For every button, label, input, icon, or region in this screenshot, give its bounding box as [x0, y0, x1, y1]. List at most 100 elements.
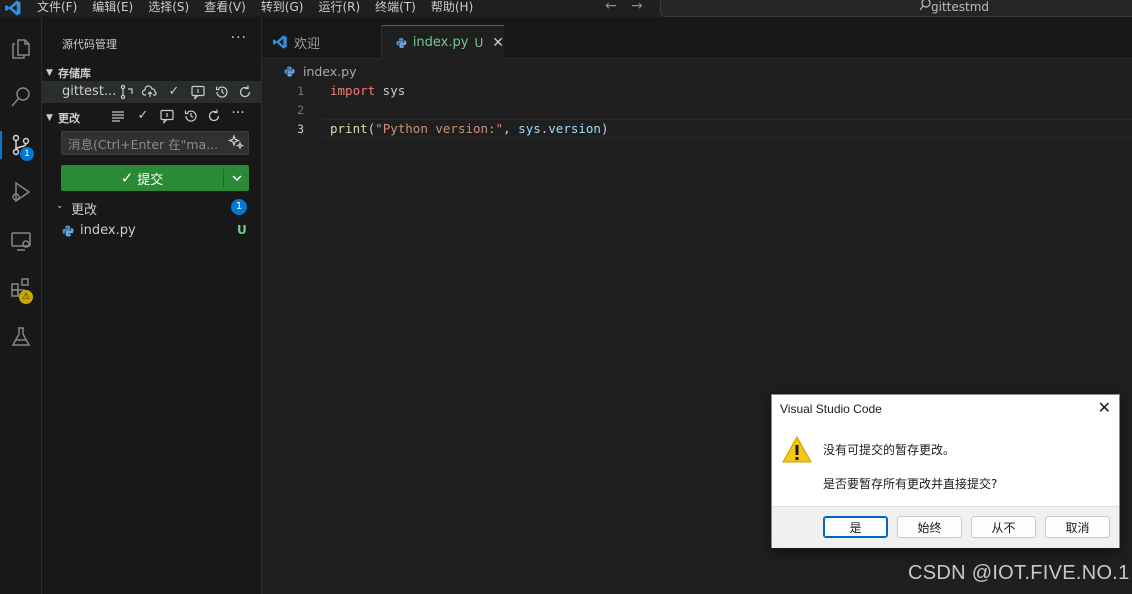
search-text: gittestmd [931, 0, 990, 14]
menu-run[interactable]: 运行(R) [318, 0, 360, 15]
python-file-icon [62, 225, 74, 237]
line-number: 1 [297, 84, 304, 98]
refresh-icon[interactable] [237, 84, 253, 100]
cancel-button[interactable]: 取消 [1045, 516, 1110, 538]
line-number: 2 [297, 103, 304, 117]
menu-help[interactable]: 帮助(H) [431, 0, 473, 15]
back-arrow-icon[interactable]: ← [605, 0, 617, 14]
activity-bar: 1 ⚠ [0, 17, 42, 594]
commit-label: 提交 [137, 172, 164, 188]
checkmark-icon: ✓ [120, 169, 134, 187]
code-punct: ) [600, 121, 609, 136]
comment-icon[interactable] [159, 108, 175, 124]
extensions-icon[interactable]: ⚠ [0, 268, 42, 308]
changes-section-header[interactable]: ▼ 更改 [46, 110, 80, 126]
tab-welcome[interactable]: 欢迎 [262, 25, 382, 59]
menu-view[interactable]: 查看(V) [204, 0, 246, 15]
changes-count-badge: 1 [231, 199, 247, 215]
commit-button-group: ✓ 提交 [61, 165, 249, 191]
scm-count-badge: 1 [20, 147, 34, 161]
menu-edit[interactable]: 编辑(E) [92, 0, 133, 15]
close-icon[interactable]: ✕ [1098, 398, 1111, 417]
run-debug-icon[interactable] [0, 172, 42, 212]
commit-button[interactable]: ✓ 提交 [61, 165, 223, 191]
menu-go[interactable]: 转到(G) [261, 0, 304, 15]
menu-file[interactable]: 文件(F) [37, 0, 77, 15]
branch-icon[interactable] [119, 84, 135, 100]
checkmark-icon[interactable]: ✓ [135, 108, 151, 124]
python-file-icon [284, 66, 295, 77]
code-keyword: import [330, 83, 376, 98]
chevron-down-icon: ⌄ [56, 201, 64, 211]
code-function: print [330, 121, 368, 136]
code-string: "Python version:" [375, 121, 504, 136]
title-bar: 文件(F) 编辑(E) 选择(S) 查看(V) 转到(G) 运行(R) 终端(T… [0, 0, 1132, 17]
checkmark-icon[interactable]: ✓ [166, 84, 182, 100]
tab-index-py[interactable]: index.py U ✕ [382, 25, 504, 59]
code-attribute: version [548, 121, 601, 136]
code-variable: sys [518, 121, 541, 136]
explorer-icon[interactable] [0, 29, 42, 69]
code-line-3[interactable]: print("Python version:", sys.version) [330, 121, 609, 136]
close-icon[interactable]: ✕ [492, 35, 504, 51]
source-control-icon[interactable]: 1 [0, 125, 42, 165]
dialog-message: 没有可提交的暂存更改。 [823, 443, 956, 457]
changes-section-label: 更改 [58, 112, 80, 125]
python-file-icon [396, 37, 407, 48]
tab-label: index.py [412, 35, 469, 50]
comment-icon[interactable] [190, 84, 206, 100]
changes-group-row[interactable]: ⌄ 更改 [54, 198, 254, 218]
chevron-down-icon: ▼ [46, 68, 53, 78]
sidebar-title: 源代码管理 [62, 38, 117, 51]
commit-message-box[interactable] [61, 131, 249, 156]
history-icon[interactable] [214, 84, 230, 100]
line-number: 3 [297, 122, 304, 136]
tab-label: 欢迎 [294, 36, 321, 52]
remote-explorer-icon[interactable] [0, 221, 42, 261]
breadcrumb[interactable]: index.py [284, 64, 357, 79]
repository-row[interactable]: gittest... ✓ [42, 81, 261, 103]
code-text: sys [375, 83, 406, 98]
repository-name: gittest... [62, 84, 117, 99]
more-actions-icon[interactable]: ··· [231, 30, 247, 46]
command-center-search[interactable]: gittestmd [660, 0, 1132, 17]
search-icon [919, 0, 931, 11]
yes-button[interactable]: 是 [823, 516, 888, 538]
menu-selection[interactable]: 选择(S) [148, 0, 189, 15]
commit-message-input[interactable] [62, 132, 230, 156]
vscode-logo-icon [273, 35, 287, 49]
menu-bar: 文件(F) 编辑(E) 选择(S) 查看(V) 转到(G) 运行(R) 终端(T… [37, 0, 488, 15]
vscode-logo-icon [5, 0, 21, 16]
dialog-detail: 是否要暂存所有更改并直接提交? [823, 477, 998, 491]
source-control-sidebar: 源代码管理 ··· ▼ 存储库 gittest... ✓ ▼ 更改 ✓ ··· … [42, 17, 262, 594]
repositories-label: 存储库 [58, 67, 91, 80]
more-actions-icon[interactable]: ··· [230, 105, 246, 121]
watermark-text: CSDN @IOT.FIVE.NO.1 [908, 562, 1130, 584]
testing-flask-icon[interactable] [0, 317, 42, 357]
refresh-icon[interactable] [206, 108, 222, 124]
untracked-status-badge: U [237, 223, 247, 237]
sparkle-icon[interactable] [227, 134, 245, 154]
code-punct: , [503, 121, 519, 136]
repositories-section-header[interactable]: ▼ 存储库 [46, 65, 91, 81]
never-button[interactable]: 从不 [971, 516, 1036, 538]
warning-icon [782, 436, 812, 463]
view-as-list-icon[interactable] [110, 108, 126, 124]
chevron-down-icon [231, 175, 242, 182]
chevron-down-icon: ▼ [46, 113, 53, 123]
always-button[interactable]: 始终 [897, 516, 962, 538]
menu-terminal[interactable]: 终端(T) [375, 0, 416, 15]
editor-tab-bar: 欢迎 index.py U ✕ [262, 17, 1132, 59]
changes-group-label: 更改 [71, 203, 98, 218]
tab-untracked-status: U [474, 35, 484, 50]
code-line-1[interactable]: import sys [330, 83, 405, 98]
changed-file-name: index.py [80, 223, 136, 238]
history-icon[interactable] [183, 108, 199, 124]
breadcrumb-file: index.py [302, 64, 357, 79]
search-icon[interactable] [0, 77, 42, 117]
commit-dropdown-button[interactable] [224, 165, 249, 191]
forward-arrow-icon[interactable]: → [631, 0, 643, 14]
dialog-title: Visual Studio Code [780, 402, 882, 416]
changed-file-row[interactable]: index.py U [42, 220, 261, 242]
publish-cloud-icon[interactable] [141, 84, 158, 100]
